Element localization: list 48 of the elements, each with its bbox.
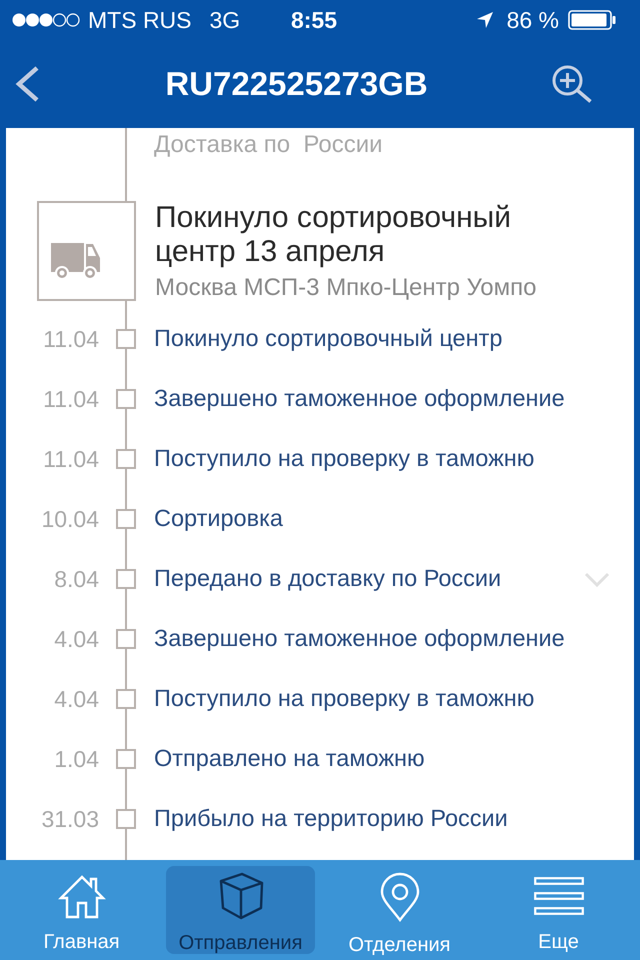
tab[interactable]: Еще <box>484 866 633 954</box>
event-date: 4.04 <box>53 624 99 654</box>
signal-dots-icon <box>12 13 80 27</box>
square-marker-icon <box>116 389 136 409</box>
network-type: 3G <box>210 6 240 35</box>
event-status: Прибыло на территорию России <box>154 804 508 834</box>
square-marker-icon <box>116 329 136 349</box>
event-status: Завершено таможенное оформление <box>154 384 565 414</box>
square-marker-icon <box>116 629 136 649</box>
tab[interactable]: Отделения <box>325 866 474 954</box>
location-arrow-icon <box>476 11 494 29</box>
event-status: Поступило на проверку в таможню <box>154 684 534 714</box>
event-date: 11.04 <box>42 444 99 474</box>
map-pin-icon[interactable] <box>378 872 420 922</box>
square-marker-icon <box>116 749 136 769</box>
square-marker-icon <box>116 449 136 469</box>
event-status: Поступило на проверку в таможню <box>154 444 534 474</box>
tab[interactable]: Главная <box>7 866 156 954</box>
event-status: Завершено таможенное оформление <box>154 624 565 654</box>
clock-time: 8:55 <box>290 6 338 35</box>
event-title: Покинуло сортировочный центр 13 апреля <box>155 201 512 269</box>
event-status: Покинуло сортировочный центр <box>154 324 502 354</box>
battery-percent: 86 % <box>506 6 559 35</box>
tab[interactable]: Отправления <box>166 866 315 954</box>
square-marker-icon <box>116 509 136 529</box>
menu-icon[interactable] <box>534 876 584 914</box>
event-date: 11.04 <box>42 384 99 414</box>
event-date: 8.04 <box>53 564 99 594</box>
carrier-name: MTS RUS <box>88 6 192 35</box>
square-marker-icon <box>116 569 136 589</box>
event-date: 11.04 <box>42 324 99 354</box>
battery-icon <box>568 10 616 30</box>
truck-icon <box>37 201 136 301</box>
section-label: Доставка по России <box>154 130 384 160</box>
event-date: 10.04 <box>40 504 99 534</box>
zoom-in-button[interactable] <box>552 65 592 103</box>
event-status: Передано в доставку по России <box>154 564 502 594</box>
event-location: Москва МСП-3 Мпко-Центр Уомпо <box>155 273 538 303</box>
house-icon[interactable] <box>58 872 106 918</box>
back-button[interactable] <box>13 65 41 103</box>
square-marker-icon <box>116 689 136 709</box>
event-status: Сортировка <box>154 504 283 534</box>
event-date: 1.04 <box>53 744 99 774</box>
event-date: 31.03 <box>40 804 99 834</box>
tracking-number-title: RU722525273GB <box>164 64 429 104</box>
square-marker-icon <box>116 809 136 829</box>
event-date: 4.04 <box>53 684 99 714</box>
event-status: Отправлено на таможню <box>154 744 425 774</box>
